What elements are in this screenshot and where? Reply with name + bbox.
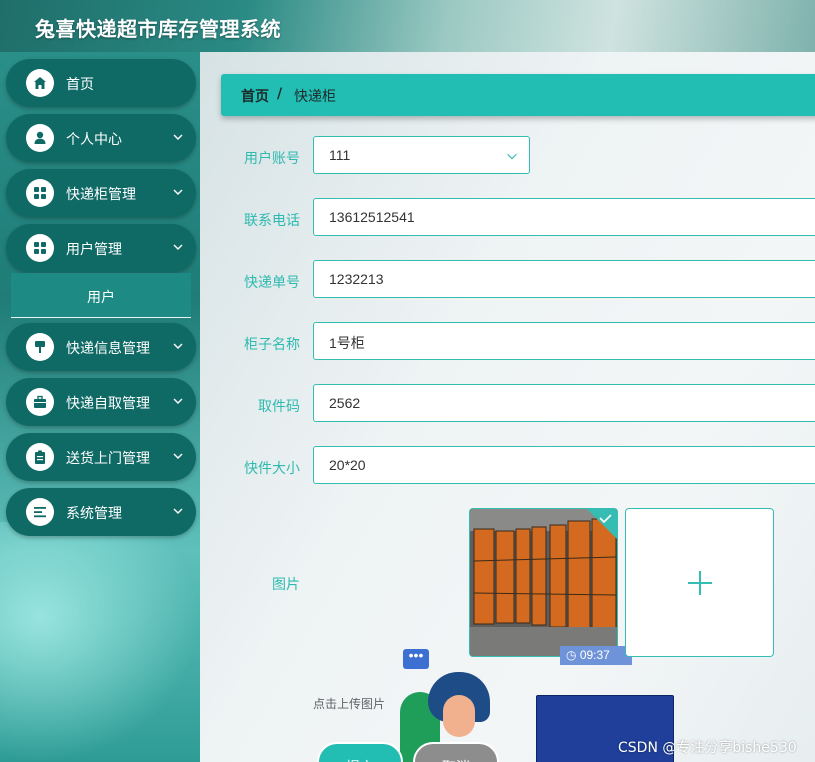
app-title: 兔喜快递超市库存管理系统: [35, 17, 281, 41]
submit-button[interactable]: 提交: [317, 742, 403, 762]
sidebar-item-locker-management[interactable]: 快递柜管理: [6, 169, 196, 217]
breadcrumb-current: 快递柜: [294, 89, 336, 105]
sidebar-item-personal-center[interactable]: 个人中心: [6, 114, 196, 162]
chevron-down-icon: [507, 153, 517, 160]
tracking-number-field[interactable]: 1232213: [313, 260, 815, 298]
home-icon: [26, 69, 54, 97]
app-header: 兔喜快递超市库存管理系统: [0, 0, 815, 52]
sidebar-item-express-info-management[interactable]: 快递信息管理: [6, 323, 196, 371]
tracking-number-label: 快递单号: [244, 275, 300, 291]
chevron-down-icon: [173, 189, 183, 195]
grid-icon: [26, 234, 54, 262]
person-face-decoration: [443, 695, 475, 737]
locker-photo: [470, 509, 617, 656]
locker-name-value: 1号柜: [329, 335, 365, 351]
locker-name-label: 柜子名称: [244, 337, 300, 353]
watermark: CSDN @专注分享bishe530: [618, 740, 797, 756]
main-content: 首页 / 快递柜 用户账号 111 联系电话 13612512541 快递单号 …: [200, 52, 815, 762]
size-value: 20*20: [329, 457, 366, 473]
breadcrumb-separator: /: [277, 86, 283, 102]
sidebar-item-label: 送货上门管理: [66, 451, 150, 467]
sidebar-item-label: 快递柜管理: [66, 187, 136, 203]
breadcrumb-home[interactable]: 首页: [241, 86, 269, 106]
tracking-number-value: 1232213: [329, 271, 384, 287]
sidebar-subitem-label: 用户: [87, 290, 115, 306]
cancel-button[interactable]: 取消: [413, 742, 499, 762]
sidebar-subitem-user[interactable]: 用户: [11, 273, 191, 318]
phone-label: 联系电话: [244, 213, 300, 229]
grid-icon: [26, 179, 54, 207]
brush-icon: [26, 333, 54, 361]
clipboard-icon: [26, 443, 54, 471]
chat-bubble-icon: •••: [403, 648, 429, 669]
user-icon: [26, 124, 54, 152]
chevron-down-icon: [173, 453, 183, 459]
list-icon: [26, 498, 54, 526]
sidebar-item-label: 首页: [66, 77, 94, 93]
sidebar-item-label: 系统管理: [66, 506, 122, 522]
chevron-down-icon: [173, 244, 183, 250]
chevron-down-icon: [173, 134, 183, 140]
locker-name-field[interactable]: 1号柜: [313, 322, 815, 360]
user-account-select[interactable]: 111: [313, 136, 530, 174]
user-account-value: 111: [329, 147, 351, 163]
chevron-down-icon: [173, 343, 183, 349]
sidebar-item-system-management[interactable]: 系统管理: [6, 488, 196, 536]
breadcrumb: 首页 / 快递柜: [221, 74, 815, 116]
sidebar-item-home-delivery-management[interactable]: 送货上门管理: [6, 433, 196, 481]
sidebar-item-label: 个人中心: [66, 132, 122, 148]
sidebar-item-label: 快递信息管理: [66, 341, 150, 357]
upload-hint: 点击上传图片: [313, 697, 386, 711]
sidebar-item-home[interactable]: 首页: [6, 59, 196, 107]
uploaded-image-thumbnail[interactable]: [469, 508, 618, 657]
chevron-down-icon: [173, 398, 183, 404]
clock-icon: ◷: [566, 648, 577, 662]
sidebar-item-self-pickup-management[interactable]: 快递自取管理: [6, 378, 196, 426]
size-field[interactable]: 20*20: [313, 446, 815, 484]
time-overlay-text: 09:37: [579, 648, 610, 662]
upload-image-button[interactable]: [625, 508, 774, 657]
chevron-down-icon: [173, 508, 183, 514]
pickup-code-field[interactable]: 2562: [313, 384, 815, 422]
phone-value: 13612512541: [329, 209, 415, 225]
pickup-code-label: 取件码: [258, 399, 300, 415]
sidebar-item-label: 快递自取管理: [66, 396, 150, 412]
pickup-code-value: 2562: [329, 395, 361, 411]
user-account-label: 用户账号: [244, 151, 300, 167]
sidebar-item-user-management[interactable]: 用户管理: [6, 224, 196, 272]
briefcase-icon: [26, 388, 54, 416]
phone-field[interactable]: 13612512541: [313, 198, 815, 236]
sidebar-item-label: 用户管理: [66, 242, 122, 258]
size-label: 快件大小: [244, 461, 300, 477]
time-overlay: ◷ 09:37: [560, 646, 632, 665]
image-label: 图片: [272, 577, 300, 593]
